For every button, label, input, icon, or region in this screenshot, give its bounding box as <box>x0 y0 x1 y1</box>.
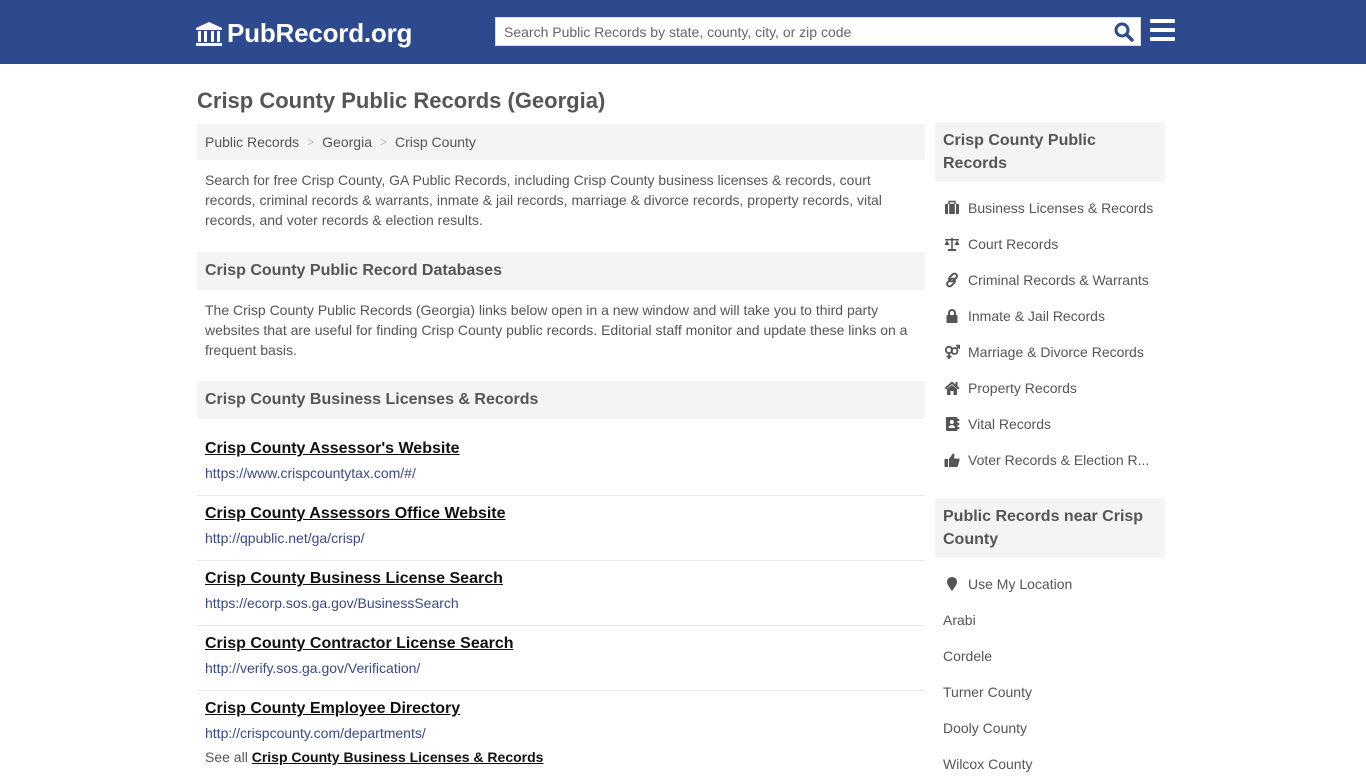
list-item: Crisp County Contractor License Search h… <box>197 626 925 691</box>
sidebar-nearby-heading: Public Records near Crisp County <box>935 498 1165 558</box>
record-url: https://www.crispcountytax.com/#/ <box>205 465 416 481</box>
nearby-item[interactable]: Cordele <box>935 638 1165 674</box>
list-item: Crisp County Assessor's Website https://… <box>197 431 925 496</box>
main-content: Public Records > Georgia > Crisp County … <box>197 124 925 765</box>
sidebar-item-label: Business Licenses & Records <box>968 200 1154 216</box>
list-item: Crisp County Employee Directory http://c… <box>197 691 925 756</box>
sidebar-item-label: Voter Records & Election R... <box>968 452 1150 468</box>
search-icon <box>1114 22 1134 42</box>
site-logo[interactable]: PubRecord.org <box>195 18 412 49</box>
list-item: Crisp County Business License Search htt… <box>197 561 925 626</box>
hamburger-menu-button[interactable] <box>1150 19 1176 43</box>
sidebar-item-vital[interactable]: Vital Records <box>935 406 1165 442</box>
sidebar-item-label: Court Records <box>968 236 1059 252</box>
databases-heading: Crisp County Public Record Databases <box>197 252 925 290</box>
search-input[interactable] <box>496 18 1106 45</box>
page-title: Crisp County Public Records (Georgia) <box>197 88 606 113</box>
sidebar-item-property[interactable]: Property Records <box>935 370 1165 406</box>
breadcrumb-crisp-county[interactable]: Crisp County <box>395 134 476 150</box>
lock-icon <box>946 309 958 323</box>
venus-mars-icon <box>944 344 960 359</box>
sidebar-item-label: Inmate & Jail Records <box>968 308 1105 324</box>
use-my-location-button[interactable]: Use My Location <box>935 566 1165 602</box>
nearby-item[interactable]: Dooly County <box>935 710 1165 746</box>
breadcrumb-public-records[interactable]: Public Records <box>205 134 299 150</box>
menu-bar-icon <box>1150 37 1175 41</box>
record-url: http://verify.sos.ga.gov/Verification/ <box>205 660 421 676</box>
sidebar-item-label: Marriage & Divorce Records <box>968 344 1144 360</box>
site-header: PubRecord.org <box>0 0 1366 64</box>
list-item: Crisp County Assessors Office Website ht… <box>197 496 925 561</box>
business-links-list: Crisp County Assessor's Website https://… <box>197 431 925 756</box>
nearby-item[interactable]: Arabi <box>935 602 1165 638</box>
intro-text: Search for free Crisp County, GA Public … <box>205 172 882 228</box>
record-url: http://crispcounty.com/departments/ <box>205 725 426 741</box>
record-link[interactable]: Crisp County Business License Search <box>205 569 917 589</box>
record-url: http://qpublic.net/ga/crisp/ <box>205 530 365 546</box>
nearby-item[interactable]: Turner County <box>935 674 1165 710</box>
record-link[interactable]: Crisp County Contractor License Search <box>205 634 917 654</box>
courthouse-icon <box>196 21 222 46</box>
breadcrumb-georgia[interactable]: Georgia <box>322 134 372 150</box>
sidebar-item-inmate[interactable]: Inmate & Jail Records <box>935 298 1165 334</box>
use-my-location-label: Use My Location <box>968 576 1073 592</box>
nearby-item[interactable]: Wilcox County <box>935 746 1165 782</box>
sidebar-item-voter[interactable]: Voter Records & Election R... <box>935 442 1165 478</box>
link-icon <box>946 272 958 288</box>
sidebar-records-list: Business Licenses & Records Court Record… <box>935 190 1165 478</box>
menu-bar-icon <box>1150 19 1175 23</box>
briefcase-icon <box>945 200 959 214</box>
sidebar: Crisp County Public Records Business Lic… <box>935 122 1165 782</box>
sidebar-item-marriage[interactable]: Marriage & Divorce Records <box>935 334 1165 370</box>
sidebar-records-heading: Crisp County Public Records <box>935 122 1165 182</box>
search-bar <box>495 17 1141 46</box>
see-all-link[interactable]: Crisp County Business Licenses & Records <box>252 749 544 765</box>
see-all-prefix: See all <box>205 749 248 765</box>
databases-description: The Crisp County Public Records (Georgia… <box>205 302 908 358</box>
menu-bar-icon <box>1150 28 1175 32</box>
breadcrumb-separator: > <box>379 135 387 149</box>
map-marker-icon <box>947 577 957 591</box>
sidebar-item-label: Criminal Records & Warrants <box>968 272 1149 288</box>
sidebar-item-criminal[interactable]: Criminal Records & Warrants <box>935 262 1165 298</box>
sidebar-item-court[interactable]: Court Records <box>935 226 1165 262</box>
record-link[interactable]: Crisp County Assessors Office Website <box>205 504 917 524</box>
breadcrumb: Public Records > Georgia > Crisp County <box>197 124 925 160</box>
record-link[interactable]: Crisp County Assessor's Website <box>205 439 917 459</box>
sidebar-item-label: Vital Records <box>968 416 1052 432</box>
logo-text: PubRecord.org <box>227 18 413 48</box>
thumbs-up-icon <box>944 453 960 467</box>
balance-scale-icon <box>944 238 960 251</box>
search-button[interactable] <box>1112 21 1136 43</box>
sidebar-item-label: Property Records <box>968 380 1077 396</box>
record-url: https://ecorp.sos.ga.gov/BusinessSearch <box>205 595 459 611</box>
home-icon <box>944 381 960 395</box>
record-link[interactable]: Crisp County Employee Directory <box>205 699 917 719</box>
sidebar-item-business[interactable]: Business Licenses & Records <box>935 190 1165 226</box>
business-section-heading: Crisp County Business Licenses & Records <box>197 381 925 419</box>
nearby-list: Use My Location Arabi Cordele Turner Cou… <box>935 566 1165 782</box>
address-book-icon <box>946 417 960 431</box>
see-all-row: See all Crisp County Business Licenses &… <box>197 749 925 765</box>
breadcrumb-separator: > <box>307 135 315 149</box>
